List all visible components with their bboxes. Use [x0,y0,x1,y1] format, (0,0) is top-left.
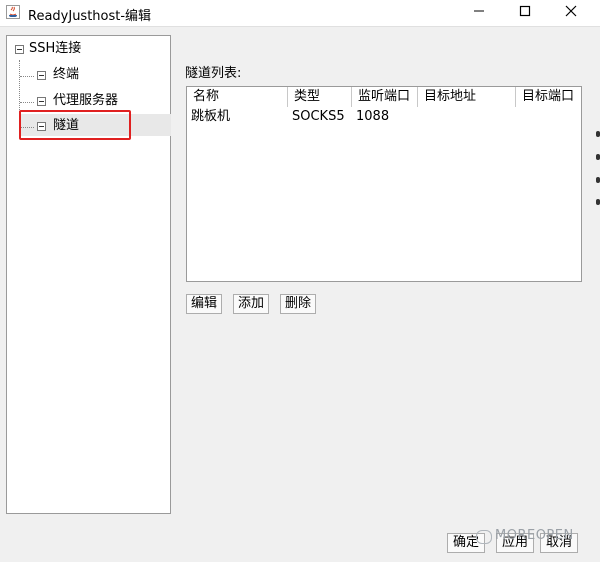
table-row[interactable]: 跳板机 SOCKS5 1088 [187,107,581,126]
add-button[interactable]: 添加 [233,294,269,314]
background-window-edge [596,199,600,205]
minimize-button[interactable] [456,0,502,26]
background-window-edge [596,131,600,137]
tree-item-label: SSH连接 [29,41,82,56]
java-app-icon [6,5,20,19]
tunnel-list-label: 隧道列表: [185,66,242,81]
cell-name: 跳板机 [191,109,231,124]
column-header-name[interactable]: 名称 [187,87,288,107]
cell-listen-port: 1088 [356,109,390,124]
tree-item-terminal[interactable]: 终端 [7,64,170,86]
tree-item-proxy[interactable]: 代理服务器 [7,90,170,112]
column-header-type[interactable]: 类型 [288,87,352,107]
annotation-highlight-box [19,110,131,140]
edit-button[interactable]: 编辑 [186,294,222,314]
window-title: ReadyJusthost-编辑 [28,9,152,24]
title-bar: ReadyJusthost-编辑 [0,0,600,27]
close-icon [565,5,577,17]
tree-item-ssh[interactable]: SSH连接 [7,38,170,60]
minimize-icon [474,10,484,12]
collapse-icon [37,71,46,80]
background-window-edge [596,177,600,183]
tunnel-table[interactable]: 名称 类型 监听端口 目标地址 目标端口 跳板机 SOCKS5 1088 [186,86,582,282]
watermark-text: MOREOPEN [495,528,574,543]
delete-button[interactable]: 删除 [280,294,316,314]
close-button[interactable] [548,0,594,26]
column-header-target-address[interactable]: 目标地址 [418,87,516,107]
tree-item-label: 终端 [53,67,80,82]
maximize-button[interactable] [502,0,548,26]
maximize-icon [519,5,531,17]
cell-type: SOCKS5 [292,109,345,124]
wechat-icon [476,530,492,544]
collapse-icon[interactable] [15,45,24,54]
collapse-icon [37,97,46,106]
table-header: 名称 类型 监听端口 目标地址 目标端口 [187,87,581,107]
cell-target-port [516,107,581,126]
background-window-edge [596,154,600,160]
cell-target-address [418,107,516,126]
settings-tree: SSH连接 终端 代理服务器 隧道 [6,35,171,514]
tree-item-label: 代理服务器 [53,93,119,108]
column-header-target-port[interactable]: 目标端口 [516,87,581,107]
column-header-listen-port[interactable]: 监听端口 [352,87,418,107]
